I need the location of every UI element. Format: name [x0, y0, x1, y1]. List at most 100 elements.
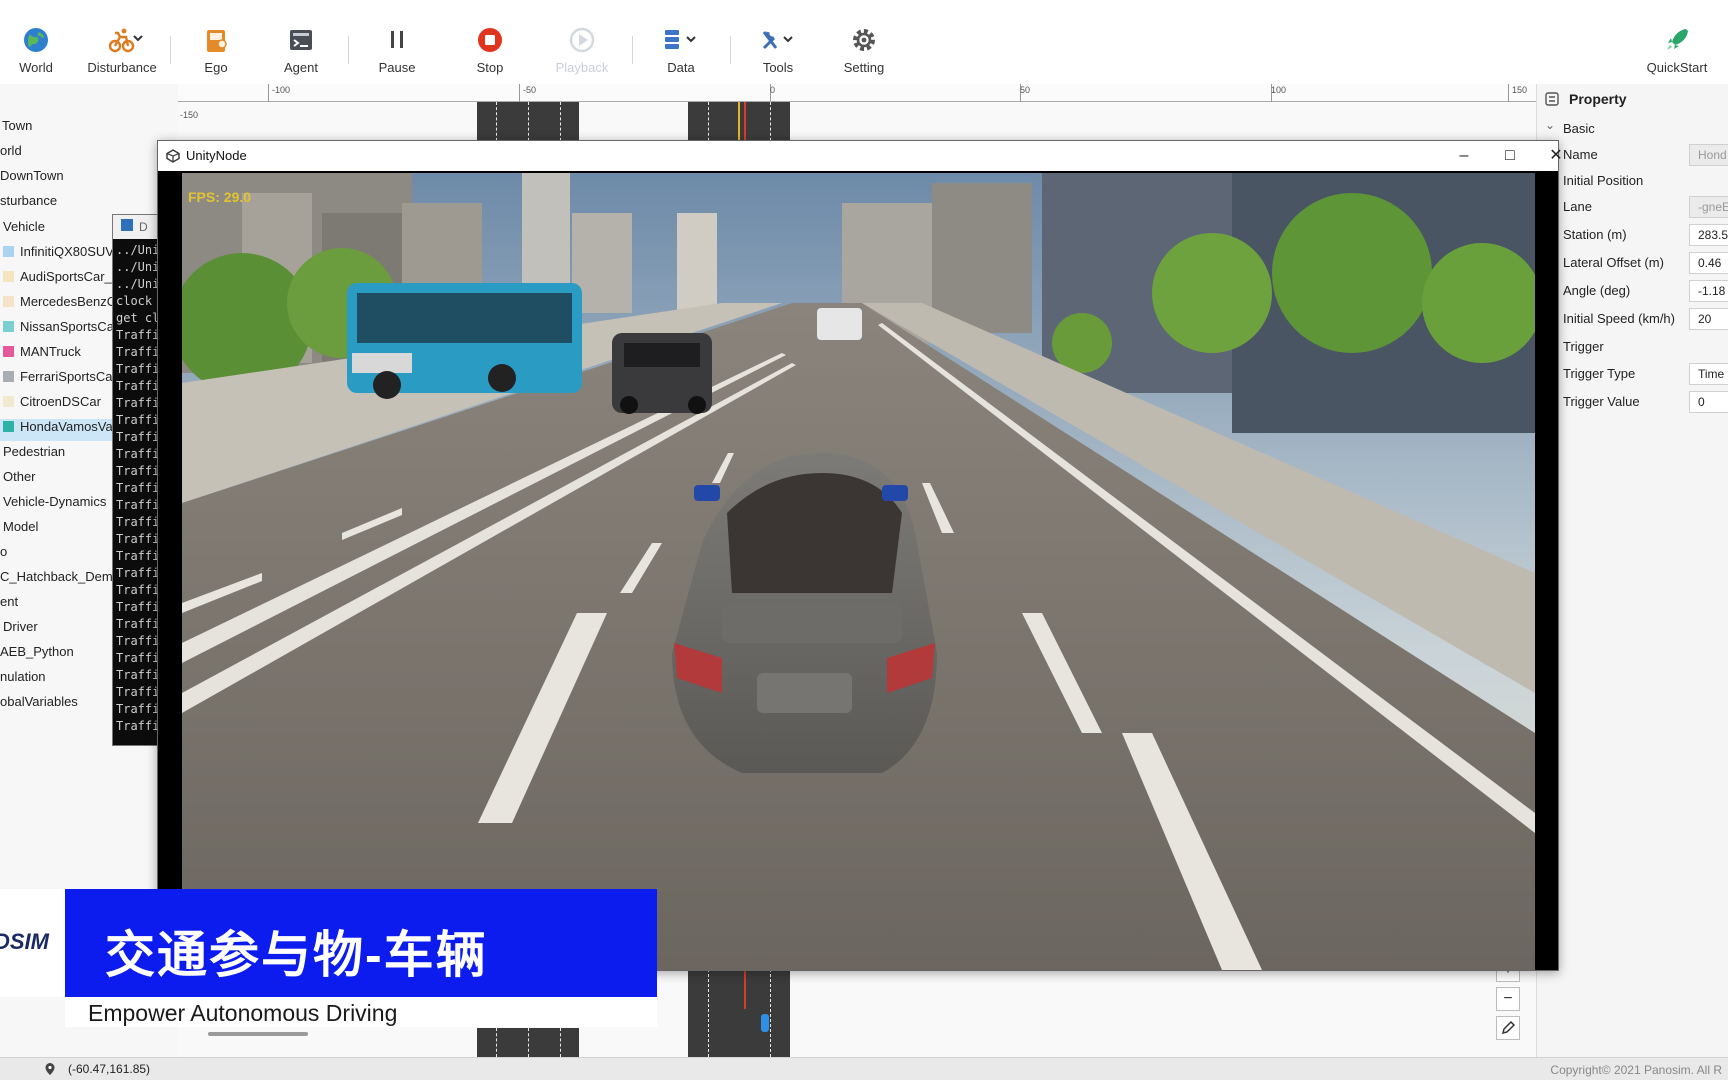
- section-basic[interactable]: ⌄ Basic: [1537, 116, 1728, 142]
- simulation-3d-view[interactable]: FPS: 29.0: [182, 173, 1535, 970]
- ruler-tick-label: 100: [1271, 85, 1287, 95]
- tree-item-simulation[interactable]: nulation: [0, 669, 46, 691]
- tree-item-other[interactable]: Other: [0, 469, 36, 491]
- tree-item-label: o: [0, 544, 8, 559]
- initial-speed-field[interactable]: 20: [1689, 308, 1728, 330]
- vehicle-marker[interactable]: [761, 1014, 769, 1032]
- tree-item-model[interactable]: Model: [0, 519, 38, 541]
- property-row-lateral-offset: Lateral Offset (m) 0.46: [1537, 250, 1728, 276]
- close-button[interactable]: ✕: [1534, 143, 1578, 169]
- station-field[interactable]: 283.5: [1689, 224, 1728, 246]
- ego-car-icon: [207, 30, 227, 52]
- setting-label: Setting: [843, 60, 885, 75]
- property-row-lane: Lane -gneE: [1537, 194, 1728, 220]
- disturbance-button[interactable]: Disturbance: [86, 24, 158, 80]
- tree-item-global-variables[interactable]: obalVariables: [0, 694, 78, 716]
- tools-button[interactable]: Tools: [752, 24, 804, 80]
- tree-item-label: ent: [0, 594, 19, 609]
- console-line: Traffi: [116, 651, 160, 665]
- property-panel: Property ⌄ Basic Name Hond Initial Posit…: [1536, 84, 1728, 1057]
- color-swatch: [3, 346, 14, 357]
- console-line: Traffi: [116, 362, 160, 376]
- stop-button[interactable]: Stop: [470, 24, 510, 80]
- toolbar-divider: [632, 36, 633, 64]
- console-line: Traffi: [116, 566, 160, 580]
- console-line: Traffi: [116, 634, 160, 648]
- tree-item-disturbance[interactable]: sturbance: [0, 193, 57, 215]
- ruler-tool-button[interactable]: [1496, 1016, 1520, 1040]
- tree-item-label: Town: [2, 118, 33, 133]
- lane-field[interactable]: -gneE: [1689, 196, 1728, 218]
- color-swatch: [3, 421, 14, 432]
- data-button[interactable]: Data: [656, 24, 706, 80]
- console-line: clock: [116, 294, 153, 308]
- unity-node-window[interactable]: UnityNode – □ ✕ FPS: 29.0: [157, 140, 1563, 971]
- map-scrollbar[interactable]: [208, 1032, 308, 1036]
- caption-subtitle: Empower Autonomous Driving: [88, 1000, 398, 1026]
- road-segment[interactable]: [688, 969, 790, 1057]
- toolbar-divider: [730, 36, 731, 64]
- lane-marking: [770, 969, 771, 1057]
- console-line: Traffi: [116, 430, 160, 444]
- pause-button[interactable]: Pause: [376, 24, 418, 80]
- color-swatch: [3, 271, 14, 282]
- ego-button[interactable]: Ego: [196, 24, 236, 80]
- stop-icon: [478, 28, 502, 52]
- color-swatch: [3, 396, 14, 407]
- console-line: Traffi: [116, 498, 160, 512]
- tree-item-driver[interactable]: Driver: [0, 619, 38, 641]
- console-line: Traffi: [116, 617, 160, 631]
- tree-item-aeb-python[interactable]: AEB_Python: [0, 644, 74, 666]
- main-toolbar: World Disturbance Ego Agent Pause Stop P…: [0, 0, 1728, 84]
- angle-field[interactable]: -1.18: [1689, 280, 1728, 302]
- maximize-button[interactable]: □: [1488, 143, 1532, 169]
- ruler-tick-label: 150: [1512, 85, 1528, 95]
- tree-item-label: obalVariables: [0, 694, 78, 709]
- tree-item-ego[interactable]: o: [0, 544, 7, 566]
- property-key: Initial Position: [1563, 173, 1644, 188]
- rocket-icon: [1667, 29, 1688, 50]
- console-line: Traffi: [116, 549, 160, 563]
- tree-item-agent[interactable]: ent: [0, 594, 18, 616]
- caption-title: 交通参与物-车辆: [105, 927, 488, 983]
- agent-button[interactable]: Agent: [280, 24, 322, 80]
- tree-item-vehicle-dynamics[interactable]: Vehicle-Dynamics: [0, 494, 106, 516]
- tree-item-label: InfinitiQX80SUV: [20, 244, 114, 259]
- playback-button[interactable]: Playback: [554, 24, 610, 80]
- ruler-tick: [1508, 84, 1509, 102]
- unity-titlebar[interactable]: UnityNode – □ ✕: [158, 141, 1563, 171]
- tools-icon: [762, 31, 793, 50]
- tree-item-label: Driver: [3, 619, 38, 634]
- pause-label: Pause: [378, 60, 416, 75]
- property-key: Lane: [1563, 199, 1592, 214]
- minimize-button[interactable]: –: [1442, 143, 1486, 169]
- name-field[interactable]: Hond: [1689, 144, 1728, 166]
- ruler-tick: [268, 84, 269, 102]
- unity-logo-icon: [166, 149, 180, 163]
- world-button[interactable]: World: [14, 24, 58, 80]
- street-scene: [182, 173, 1535, 970]
- tree-item-label: CitroenDSCar: [20, 394, 101, 409]
- property-key: Angle (deg): [1563, 283, 1631, 298]
- console-line: Traffi: [116, 481, 160, 495]
- setting-button[interactable]: Setting: [840, 24, 888, 80]
- tree-item-vehicle[interactable]: Vehicle: [0, 219, 45, 241]
- quickstart-button[interactable]: QuickStart: [1642, 24, 1712, 80]
- tools-label: Tools: [762, 60, 794, 75]
- tree-item-hatchback[interactable]: C_Hatchback_Demo: [0, 569, 120, 591]
- zoom-out-button[interactable]: −: [1496, 987, 1520, 1011]
- tree-item-town[interactable]: Town: [0, 118, 32, 140]
- property-row-initial-speed: Initial Speed (km/h) 20: [1537, 306, 1728, 332]
- trigger-value-field[interactable]: 0: [1689, 391, 1728, 413]
- trigger-type-select[interactable]: Time: [1689, 363, 1728, 385]
- bicycle-icon: [108, 28, 143, 53]
- property-row-station: Station (m) 283.5: [1537, 222, 1728, 248]
- lateral-offset-field[interactable]: 0.46: [1689, 252, 1728, 274]
- tree-item-label: sturbance: [0, 193, 58, 208]
- tree-item-world[interactable]: orld: [0, 143, 22, 165]
- stop-label: Stop: [476, 60, 504, 75]
- property-row-angle: Angle (deg) -1.18: [1537, 278, 1728, 304]
- tree-item-downtown[interactable]: DownTown: [0, 168, 64, 190]
- disturbance-label: Disturbance: [87, 60, 157, 75]
- tree-item-pedestrian[interactable]: Pedestrian: [0, 444, 65, 466]
